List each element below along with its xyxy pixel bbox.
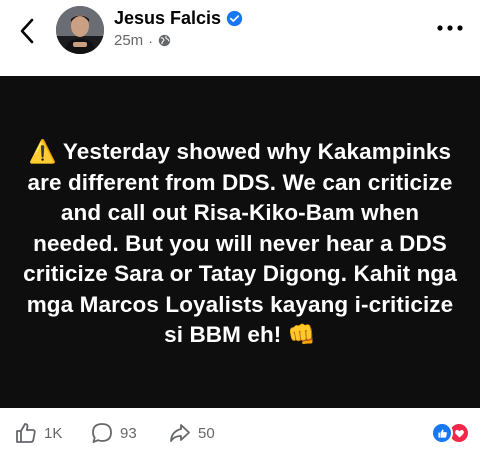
comment-button[interactable]: 93 <box>90 421 137 445</box>
verified-badge-icon <box>226 10 243 27</box>
post-actions-bar: 1K 93 50 <box>0 408 480 454</box>
author-block: Jesus Falcis 25m · <box>114 8 243 49</box>
chevron-left-icon <box>20 18 34 44</box>
like-button[interactable]: 1K <box>14 421 62 445</box>
thumbs-up-icon <box>16 423 36 443</box>
avatar-image <box>56 6 104 54</box>
avatar[interactable] <box>56 6 104 54</box>
timestamp[interactable]: 25m <box>114 32 143 49</box>
meta-separator: · <box>148 32 153 49</box>
post-text: ⚠️ Yesterday showed why Kakampinks are d… <box>23 139 457 348</box>
share-arrow-icon <box>170 424 190 442</box>
back-button[interactable] <box>10 14 44 48</box>
post-content[interactable]: ⚠️ Yesterday showed why Kakampinks are d… <box>0 76 480 408</box>
reactions-summary[interactable] <box>431 422 470 444</box>
author-name[interactable]: Jesus Falcis <box>114 8 221 29</box>
globe-icon <box>158 34 171 47</box>
share-button[interactable]: 50 <box>168 421 215 445</box>
more-horizontal-icon <box>437 25 463 31</box>
post-header: Jesus Falcis 25m · <box>0 0 480 76</box>
like-reaction-icon <box>431 422 453 444</box>
post-meta: 25m · <box>114 32 243 49</box>
share-count: 50 <box>198 424 215 442</box>
like-count: 1K <box>44 424 63 442</box>
comment-bubble-icon <box>92 423 112 443</box>
more-options-button[interactable] <box>432 16 468 40</box>
comment-count: 93 <box>120 424 137 442</box>
